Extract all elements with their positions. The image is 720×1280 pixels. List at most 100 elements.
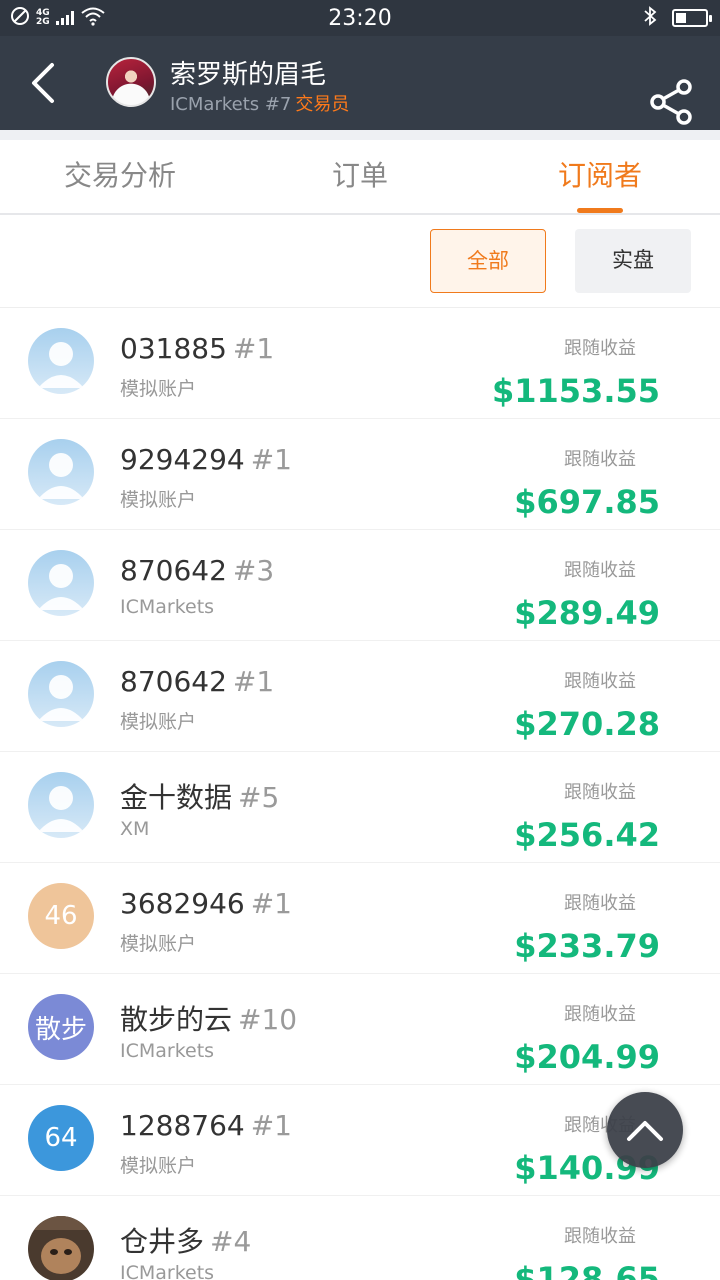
subscriber-row[interactable]: 9294294 #1 模拟账户 跟随收益 $697.85 — [0, 419, 720, 530]
tab-label: 订阅者 — [557, 159, 642, 192]
subscriber-rank: #3 — [232, 554, 275, 587]
subscriber-avatar[interactable] — [28, 772, 94, 838]
profit-label: 跟随收益 — [564, 338, 636, 359]
subscriber-avatar[interactable] — [28, 328, 94, 394]
trader-account: ICMarkets #7 — [170, 94, 292, 115]
subscriber-rank: #10 — [238, 1003, 298, 1036]
subscriber-rank: #4 — [210, 1225, 252, 1258]
status-bar: 4G 2G 23:20 — [0, 0, 720, 36]
profit-label: 跟随收益 — [564, 449, 636, 470]
profit-label: 跟随收益 — [564, 560, 636, 581]
profit-value: $233.79 — [514, 927, 660, 965]
trader-avatar[interactable] — [106, 57, 156, 107]
tab-subscribers[interactable]: 订阅者 — [480, 140, 720, 213]
subscriber-row[interactable]: 散步 散步的云 #10 ICMarkets 跟随收益 $204.99 — [0, 974, 720, 1085]
status-right — [642, 5, 712, 31]
avatar-initials: 46 — [44, 901, 78, 931]
subscriber-name-line: 1288764 #1 — [120, 1109, 292, 1142]
subscriber-name: 031885 — [120, 332, 227, 365]
subscriber-account: 模拟账户 — [120, 711, 197, 733]
profit-value: $1153.55 — [491, 372, 660, 410]
subscriber-row[interactable]: 870642 #1 模拟账户 跟随收益 $270.28 — [0, 641, 720, 752]
back-button[interactable] — [18, 58, 68, 108]
avatar-initials: 64 — [44, 1123, 78, 1153]
subscriber-name: 9294294 — [120, 443, 245, 476]
profit-label: 跟随收益 — [564, 1226, 636, 1247]
profit-value: $697.85 — [514, 483, 660, 521]
default-avatar-icon — [38, 342, 84, 388]
filter-real-button[interactable]: 实盘 — [575, 229, 691, 293]
photo-avatar-icon — [28, 1216, 94, 1280]
subscriber-account: ICMarkets — [120, 596, 215, 618]
subscriber-row[interactable]: 46 3682946 #1 模拟账户 跟随收益 $233.79 — [0, 863, 720, 974]
profit-label: 跟随收益 — [564, 1004, 636, 1025]
subscriber-account: 模拟账户 — [120, 378, 197, 400]
subscriber-row[interactable]: 031885 #1 模拟账户 跟随收益 $1153.55 — [0, 308, 720, 419]
back-arrow-icon — [32, 63, 54, 103]
subscriber-name-line: 金十数据 #5 — [120, 776, 279, 816]
subscriber-row[interactable]: 仓井多 #4 ICMarkets 跟随收益 $128.65 — [0, 1196, 720, 1280]
subscriber-avatar[interactable] — [28, 1216, 94, 1280]
profit-value: $128.65 — [514, 1260, 660, 1280]
subscriber-name-line: 870642 #3 — [120, 554, 274, 587]
subscriber-rank: #1 — [250, 887, 292, 920]
default-avatar-icon — [38, 453, 84, 499]
profit-value: $256.42 — [514, 816, 660, 854]
filter-all-button[interactable]: 全部 — [430, 229, 546, 293]
subscriber-avatar[interactable]: 46 — [28, 883, 94, 949]
trader-subtitle: ICMarkets #7 交易员 — [170, 90, 349, 116]
subscriber-row[interactable]: 870642 #3 ICMarkets 跟随收益 $289.49 — [0, 530, 720, 641]
subscriber-name: 散步的云 — [120, 1003, 233, 1036]
subscriber-account: ICMarkets — [120, 1262, 215, 1280]
subscriber-rank: #1 — [250, 1109, 292, 1142]
subscriber-name: 1288764 — [120, 1109, 245, 1142]
filter-bar: 全部 实盘 — [0, 215, 720, 308]
avatar-initials: 散步 — [34, 1014, 87, 1045]
chevron-up-icon — [627, 1121, 663, 1141]
scroll-top-button[interactable] — [607, 1092, 683, 1168]
subscriber-avatar[interactable]: 散步 — [28, 994, 94, 1060]
subscriber-account: ICMarkets — [120, 1040, 215, 1062]
subscriber-name: 仓井多 — [120, 1225, 205, 1258]
tab-label: 订单 — [331, 159, 388, 192]
subscriber-rank: #1 — [232, 665, 275, 698]
profit-label: 跟随收益 — [564, 893, 636, 914]
subscriber-account: XM — [120, 818, 150, 840]
battery-fill — [676, 13, 686, 23]
subscriber-row[interactable]: 金十数据 #5 XM 跟随收益 $256.42 — [0, 752, 720, 863]
default-avatar-icon — [38, 675, 84, 721]
subscriber-name: 3682946 — [120, 887, 245, 920]
subscriber-name-line: 散步的云 #10 — [120, 998, 297, 1038]
share-button[interactable] — [648, 78, 696, 126]
bluetooth-icon — [642, 5, 658, 31]
active-tab-indicator — [577, 208, 623, 213]
subscriber-name-line: 9294294 #1 — [120, 443, 292, 476]
subscriber-name-line: 仓井多 #4 — [120, 1220, 251, 1260]
subscriber-name-line: 031885 #1 — [120, 332, 274, 365]
profit-value: $289.49 — [514, 594, 660, 632]
subscriber-name-line: 3682946 #1 — [120, 887, 292, 920]
subscriber-avatar[interactable] — [28, 550, 94, 616]
profit-value: $270.28 — [514, 705, 660, 743]
profit-value: $204.99 — [514, 1038, 660, 1076]
clock: 23:20 — [328, 6, 392, 31]
trader-name: 索罗斯的眉毛 — [170, 60, 327, 90]
subscriber-name: 870642 — [120, 665, 227, 698]
subscriber-avatar[interactable]: 64 — [28, 1105, 94, 1171]
tab-label: 交易分析 — [63, 159, 176, 192]
profit-label: 跟随收益 — [564, 782, 636, 803]
battery-icon — [672, 9, 712, 27]
subscriber-name-line: 870642 #1 — [120, 665, 274, 698]
subscriber-avatar[interactable] — [28, 439, 94, 505]
subscriber-account: 模拟账户 — [120, 1155, 197, 1177]
tab-analysis[interactable]: 交易分析 — [0, 140, 240, 213]
subscriber-account: 模拟账户 — [120, 489, 197, 511]
subscriber-avatar[interactable] — [28, 661, 94, 727]
trader-role: 交易员 — [295, 94, 350, 115]
tab-orders[interactable]: 订单 — [240, 140, 480, 213]
trader-header: 索罗斯的眉毛 ICMarkets #7 交易员 — [0, 36, 720, 130]
subscriber-name: 金十数据 — [120, 781, 233, 814]
default-avatar-icon — [38, 786, 84, 832]
subscriber-rank: #1 — [232, 332, 275, 365]
subscriber-account: 模拟账户 — [120, 933, 197, 955]
